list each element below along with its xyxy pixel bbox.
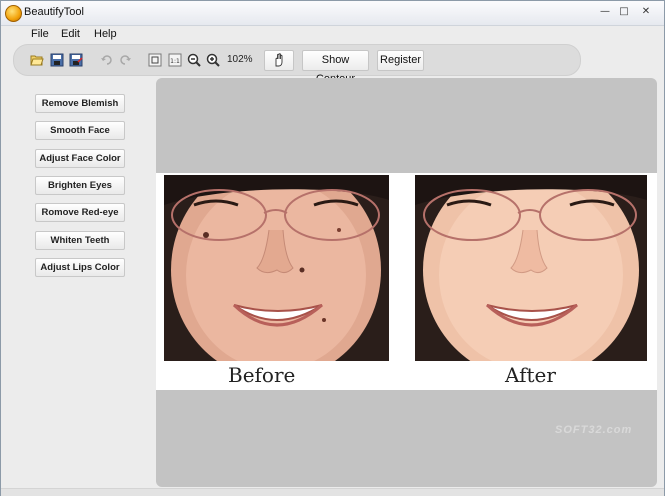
adjust-face-color-button[interactable]: Adjust Face Color bbox=[35, 149, 125, 168]
actual-size-icon[interactable]: 1:1 bbox=[168, 53, 182, 67]
menu-bar: File Edit Help bbox=[1, 26, 664, 43]
svg-text:1:1: 1:1 bbox=[170, 58, 180, 65]
after-photo bbox=[415, 175, 647, 361]
before-label: Before bbox=[228, 363, 296, 387]
maximize-icon[interactable]: □ bbox=[617, 6, 631, 18]
window-title: BeautifyTool bbox=[24, 6, 84, 18]
brighten-eyes-button[interactable]: Brighten Eyes bbox=[35, 176, 125, 195]
show-contour-button[interactable]: Show Contour bbox=[302, 50, 369, 85]
save-icon[interactable] bbox=[50, 53, 64, 67]
fit-window-icon[interactable] bbox=[148, 53, 162, 67]
register-button[interactable]: Register bbox=[377, 50, 424, 71]
adjust-lips-color-button[interactable]: Adjust Lips Color bbox=[35, 258, 125, 277]
menu-help[interactable]: Help bbox=[94, 28, 117, 40]
status-bar bbox=[1, 488, 664, 496]
minimize-icon[interactable]: — bbox=[598, 6, 612, 18]
menu-file[interactable]: File bbox=[31, 28, 49, 40]
title-bar: BeautifyTool — □ ✕ bbox=[1, 1, 664, 26]
save-as-icon[interactable] bbox=[69, 53, 83, 67]
hand-pan-icon bbox=[275, 53, 283, 67]
open-icon[interactable] bbox=[30, 53, 44, 67]
undo-icon[interactable] bbox=[100, 53, 114, 67]
menu-edit[interactable]: Edit bbox=[61, 28, 80, 40]
remove-red-eye-button[interactable]: Romove Red-eye bbox=[35, 203, 125, 222]
app-window: BeautifyTool — □ ✕ File Edit Help 1:1 10… bbox=[0, 0, 665, 496]
redo-icon[interactable] bbox=[118, 53, 132, 67]
tool-sidebar: Remove Blemish Smooth Face Adjust Face C… bbox=[1, 79, 153, 489]
zoom-out-icon[interactable] bbox=[187, 53, 201, 67]
toolbar: 1:1 102% Show Contour Register bbox=[13, 44, 581, 85]
zoom-level: 102% bbox=[227, 54, 253, 65]
comparison-image: Before After bbox=[156, 173, 657, 390]
whiten-teeth-button[interactable]: Whiten Teeth bbox=[35, 231, 125, 250]
app-logo-icon bbox=[5, 5, 22, 22]
zoom-in-icon[interactable] bbox=[206, 53, 220, 67]
remove-blemish-button[interactable]: Remove Blemish bbox=[35, 94, 125, 113]
smooth-face-button[interactable]: Smooth Face bbox=[35, 121, 125, 140]
after-label: After bbox=[505, 363, 556, 387]
hand-pan-button[interactable] bbox=[264, 50, 294, 71]
close-icon[interactable]: ✕ bbox=[639, 6, 653, 18]
before-photo bbox=[164, 175, 389, 361]
watermark: SOFT32.com bbox=[555, 424, 633, 436]
